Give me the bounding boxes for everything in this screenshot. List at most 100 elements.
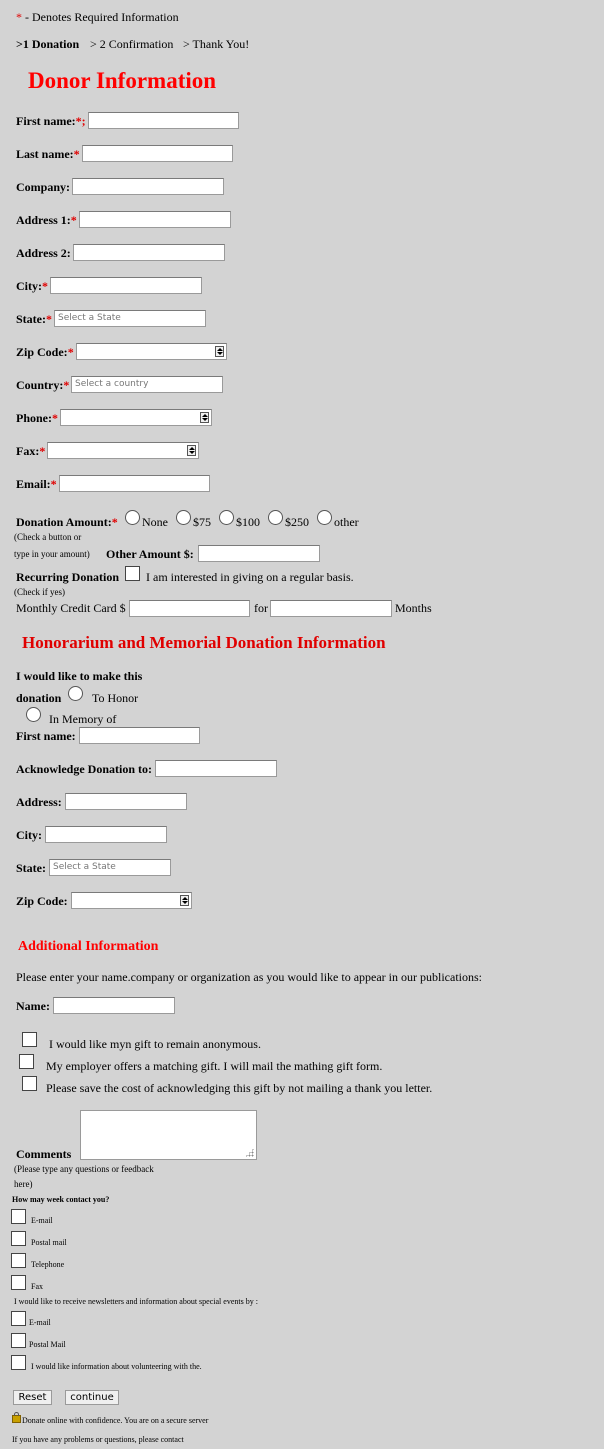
country-select[interactable]: Select a country (71, 376, 223, 393)
amount-hint-2: type in your amount) (14, 549, 90, 559)
amount-radio-100[interactable] (219, 510, 234, 525)
matching-gift-label: My employer offers a matching gift. I wi… (46, 1059, 383, 1073)
contact-postal-label: Postal mail (31, 1238, 67, 1247)
country-label: Country:* (16, 378, 70, 392)
honor-address-label: Address: (16, 795, 62, 809)
acknowledge-label: Acknowledge Donation to: (16, 762, 153, 776)
honor-state-label: State: (16, 861, 46, 875)
to-honor-radio[interactable] (68, 686, 83, 701)
contact-email-checkbox[interactable] (11, 1209, 26, 1224)
publication-name-input[interactable] (53, 997, 175, 1014)
no-thank-you-label: Please save the cost of acknowledging th… (46, 1081, 433, 1095)
volunteer-checkbox[interactable] (11, 1355, 26, 1370)
no-thank-you-checkbox[interactable] (22, 1076, 37, 1091)
contact-postal-checkbox[interactable] (11, 1231, 26, 1246)
honor-zip-spinner-icon[interactable] (180, 895, 189, 906)
step-thank-you: > Thank You! (183, 37, 250, 51)
volunteer-label: I would like information about volunteer… (31, 1362, 202, 1371)
zip-label: Zip Code:* (16, 345, 74, 359)
fax-input[interactable] (47, 442, 199, 459)
honor-zip-label: Zip Code: (16, 894, 68, 908)
recurring-label: Recurring Donation (16, 570, 119, 584)
anonymous-checkbox[interactable] (22, 1032, 37, 1047)
comments-label: Comments (16, 1147, 72, 1161)
email-input[interactable] (59, 475, 210, 492)
honor-city-label: City: (16, 828, 42, 842)
contact-fax-label: Fax (31, 1282, 43, 1291)
newsletter-email-checkbox[interactable] (11, 1311, 26, 1326)
continue-button[interactable]: continue (65, 1390, 119, 1405)
amount-75-label: $75 (193, 515, 211, 529)
comments-textarea[interactable] (80, 1110, 257, 1160)
honor-heading: Honorarium and Memorial Donation Informa… (22, 633, 386, 652)
donation-amount-label: Donation Amount:* (16, 515, 118, 529)
state-label: State:* (16, 312, 52, 326)
newsletter-postal-checkbox[interactable] (11, 1333, 26, 1348)
fax-label: Fax:* (16, 444, 46, 458)
phone-input[interactable] (60, 409, 212, 426)
last-name-label: Last name:* (16, 147, 80, 161)
acknowledge-input[interactable] (155, 760, 277, 777)
recurring-hint: (Check if yes) (14, 587, 65, 597)
first-name-input[interactable] (88, 112, 239, 129)
in-memory-label: In Memory of (49, 712, 117, 726)
address2-input[interactable] (73, 244, 225, 261)
honor-first-name-input[interactable] (79, 727, 200, 744)
for-label: for (254, 601, 268, 615)
recurring-checkbox[interactable] (125, 566, 140, 581)
honor-intro-2: donation (16, 691, 62, 705)
address1-label: Address 1:* (16, 213, 77, 227)
amount-hint-1: (Check a button or (14, 532, 82, 542)
monthly-label: Monthly Credit Card $ (16, 601, 126, 615)
months-input[interactable] (270, 600, 392, 617)
honor-zip-input[interactable] (71, 892, 192, 909)
to-honor-label: To Honor (92, 691, 139, 705)
contact-question: How may week contact you? (12, 1195, 110, 1204)
matching-gift-checkbox[interactable] (19, 1054, 34, 1069)
first-name-label: First name:*; (16, 114, 86, 128)
amount-none-label: None (142, 515, 168, 529)
required-legend: * - Denotes Required Information (16, 10, 179, 25)
contact-email-label: E-mail (31, 1216, 53, 1225)
address1-input[interactable] (79, 211, 231, 228)
honor-state-select[interactable]: Select a State (49, 859, 171, 876)
amount-100-label: $100 (236, 515, 260, 529)
amount-radio-75[interactable] (176, 510, 191, 525)
contact-telephone-label: Telephone (31, 1260, 65, 1269)
publication-intro: Please enter your name.company or organi… (16, 970, 482, 984)
reset-button[interactable]: Reset (13, 1390, 52, 1405)
phone-spinner-icon[interactable] (200, 412, 209, 423)
donor-heading: Donor Information (28, 68, 217, 93)
state-select[interactable]: Select a State (54, 310, 206, 327)
company-label: Company: (16, 180, 71, 194)
newsletter-postal-label: Postal Mail (29, 1340, 66, 1349)
company-input[interactable] (72, 178, 224, 195)
address2-label: Address 2: (16, 246, 71, 260)
contact-telephone-checkbox[interactable] (11, 1253, 26, 1268)
fax-spinner-icon[interactable] (187, 445, 196, 456)
problems-notice: If you have any problems or questions, p… (12, 1435, 184, 1444)
zip-input[interactable] (76, 343, 227, 360)
last-name-input[interactable] (82, 145, 233, 162)
additional-heading: Additional Information (18, 939, 159, 954)
amount-radio-none[interactable] (125, 510, 140, 525)
comments-hint-2: here) (14, 1179, 33, 1189)
newsletter-email-label: E-mail (29, 1318, 51, 1327)
monthly-amount-input[interactable] (129, 600, 250, 617)
amount-250-label: $250 (285, 515, 309, 529)
amount-radio-250[interactable] (268, 510, 283, 525)
contact-fax-checkbox[interactable] (11, 1275, 26, 1290)
city-input[interactable] (50, 277, 202, 294)
other-amount-input[interactable] (198, 545, 320, 562)
resize-grip-icon[interactable] (245, 1148, 254, 1157)
honor-city-input[interactable] (45, 826, 167, 843)
anonymous-label: I would like myn gift to remain anonymou… (49, 1037, 261, 1051)
amount-radio-other[interactable] (317, 510, 332, 525)
amount-other-label: other (334, 515, 359, 529)
secure-notice: Donate online with confidence. You are o… (12, 1412, 209, 1425)
honor-address-input[interactable] (65, 793, 187, 810)
zip-spinner-icon[interactable] (215, 346, 224, 357)
honor-intro-1: I would like to make this (16, 669, 143, 683)
in-memory-radio[interactable] (26, 707, 41, 722)
secure-notice-text: Donate online with confidence. You are o… (22, 1416, 209, 1425)
